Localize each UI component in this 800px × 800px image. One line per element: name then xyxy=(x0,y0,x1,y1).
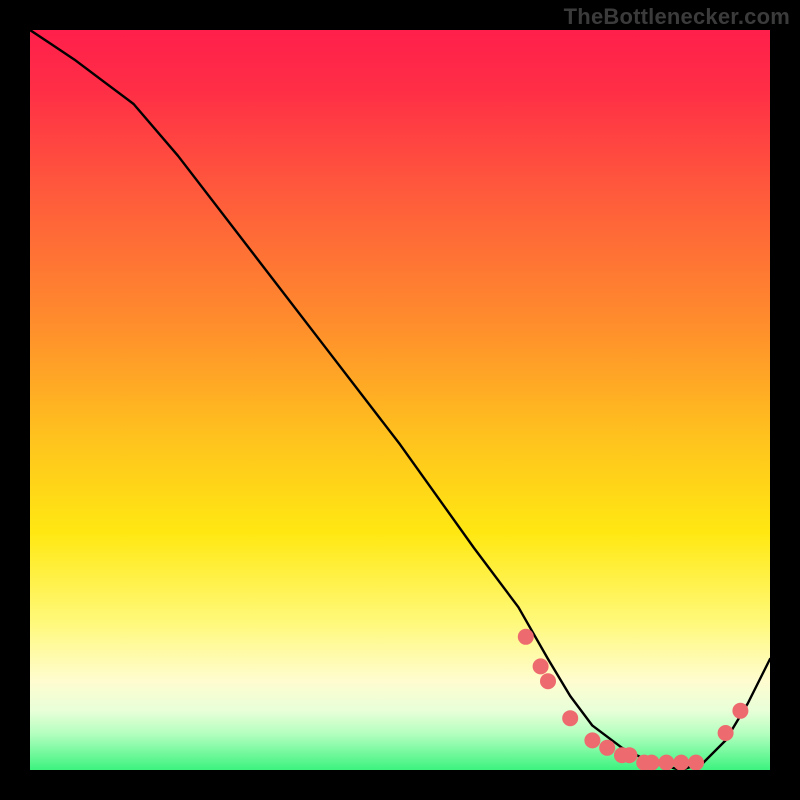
marker-dot xyxy=(621,747,637,763)
marker-dot xyxy=(584,732,600,748)
marker-dot xyxy=(644,755,660,770)
marker-dot xyxy=(540,673,556,689)
marker-dot xyxy=(732,703,748,719)
marker-dot xyxy=(673,755,689,770)
marker-dot xyxy=(533,658,549,674)
chart-svg xyxy=(30,30,770,770)
markers-group xyxy=(518,629,749,770)
marker-dot xyxy=(658,755,674,770)
marker-dot xyxy=(518,629,534,645)
marker-dot xyxy=(562,710,578,726)
watermark-text: TheBottlenecker.com xyxy=(564,4,790,30)
curve-path xyxy=(30,30,770,770)
chart-frame: TheBottlenecker.com xyxy=(0,0,800,800)
marker-dot xyxy=(688,755,704,770)
marker-dot xyxy=(718,725,734,741)
marker-dot xyxy=(599,740,615,756)
chart-plot-area xyxy=(30,30,770,770)
